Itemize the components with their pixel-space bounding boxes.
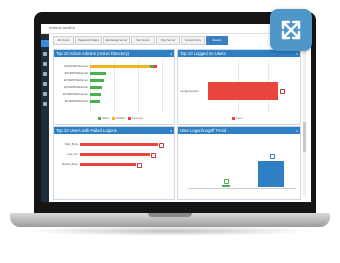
gridline (162, 60, 163, 112)
row-label: ENTERPRISE\admin (64, 65, 88, 68)
sidebar-reports-icon[interactable] (43, 62, 47, 66)
legend-swatch (98, 117, 101, 120)
bar-end-marker (137, 163, 142, 168)
bar-added[interactable] (90, 100, 100, 103)
sidebar-dashboard-icon[interactable] (41, 40, 49, 47)
tab-0[interactable]: AD Users (53, 36, 74, 45)
panel-menu-icon[interactable]: ≡ (170, 129, 172, 133)
logged-on-users-panel: Top 10 Logged on Users ≡ user@enterprise… (177, 49, 301, 125)
tab-5[interactable]: Group Policy (181, 36, 205, 45)
sidebar-alerts-icon[interactable] (43, 82, 47, 86)
bar-modified[interactable] (90, 65, 150, 68)
bar-end-marker (224, 179, 229, 184)
scroll-thumb[interactable] (303, 122, 306, 152)
sidebar (41, 34, 49, 202)
bar-end-marker (159, 143, 164, 148)
legend-label: Removed (132, 117, 143, 121)
active-admins-panel: Top 10 Active Admins (Active Directory) … (53, 49, 175, 125)
bar-added[interactable] (90, 72, 106, 75)
sidebar-search-icon[interactable] (43, 72, 47, 76)
failed-logons-panel: Top 10 Users with Failed Logons ≡ Mark_B… (53, 126, 175, 200)
row-label: user@enterprise (180, 90, 199, 93)
sidebar-users-icon[interactable] (43, 52, 47, 56)
panel-menu-icon[interactable]: ≡ (296, 52, 298, 56)
bar-end-marker (270, 154, 275, 159)
legend-swatch (128, 117, 132, 120)
tab-2[interactable]: Exchange Server (103, 36, 130, 45)
logon-trend-panel: User Logon/Logoff Trend ≡ (177, 126, 301, 200)
x-axis (188, 188, 296, 189)
laptop-shadow (26, 226, 314, 236)
row-label: ENTERPRISE\jsmith (64, 72, 88, 75)
panel-title: User Logon/Logoff Trend (180, 128, 227, 133)
tab-6[interactable]: Events (206, 36, 228, 45)
bar-end-marker (280, 89, 285, 94)
sidebar-help-icon[interactable] (43, 102, 47, 106)
bar-logoff[interactable] (222, 185, 230, 187)
panel-menu-icon[interactable]: ≡ (170, 52, 172, 56)
laptop-notch (148, 213, 192, 217)
row-label: ENTERPRISE\tblack (64, 100, 88, 103)
expand-arrows-icon (281, 20, 301, 40)
expand-button[interactable] (270, 9, 312, 51)
scrollbar[interactable] (303, 46, 306, 196)
panel-menu-icon[interactable]: ≡ (296, 129, 298, 133)
legend-label: Modified (115, 117, 126, 121)
chart-legend: Users (232, 117, 243, 120)
row-label: ENTERPRISE\mgreen (62, 93, 88, 96)
tab-1[interactable]: Password Status (75, 36, 102, 45)
row-label: Richard_Boyle (61, 163, 78, 166)
tab-4[interactable]: SQL Server (156, 36, 180, 45)
row-label: ENTERPRISE\kwhite (64, 86, 88, 89)
legend-swatch (232, 117, 235, 120)
bar-added[interactable] (90, 86, 102, 89)
panel-header: Top 10 Users with Failed Logons ≡ (54, 127, 174, 134)
bar-removed[interactable] (153, 65, 157, 68)
bar-added[interactable] (90, 93, 101, 96)
tab-3[interactable]: File Server (131, 36, 155, 45)
panel-header: User Logon/Logoff Trend ≡ (178, 127, 300, 134)
legend-label: Users (236, 117, 243, 121)
app-title: netwrix auditor (49, 25, 76, 30)
chart-legend: Added Modified Removed (98, 117, 143, 120)
row-label: ENTERPRISE\bjones (63, 79, 88, 82)
bar-added[interactable] (90, 79, 104, 82)
row-label: Mark_Boyle (64, 143, 78, 146)
panel-title: Top 10 Users with Failed Logons (56, 128, 117, 133)
legend-label: Added (102, 117, 110, 121)
panel-title: Top 10 Active Admins (Active Directory) (56, 51, 130, 56)
bar-failed[interactable] (80, 153, 150, 156)
panel-title: Top 10 Logged on Users (180, 51, 226, 56)
bar-users[interactable] (208, 82, 278, 100)
bar-end-marker (151, 153, 156, 158)
panel-header: Top 10 Active Admins (Active Directory) … (54, 50, 174, 57)
bar-failed[interactable] (80, 143, 158, 146)
row-label: Luke_Tim (67, 153, 78, 156)
legend-swatch (111, 117, 115, 120)
sidebar-settings-icon[interactable] (43, 92, 47, 96)
panel-header: Top 10 Logged on Users ≡ (178, 50, 300, 57)
bar-logon[interactable] (258, 161, 284, 187)
bar-failed[interactable] (80, 163, 136, 166)
